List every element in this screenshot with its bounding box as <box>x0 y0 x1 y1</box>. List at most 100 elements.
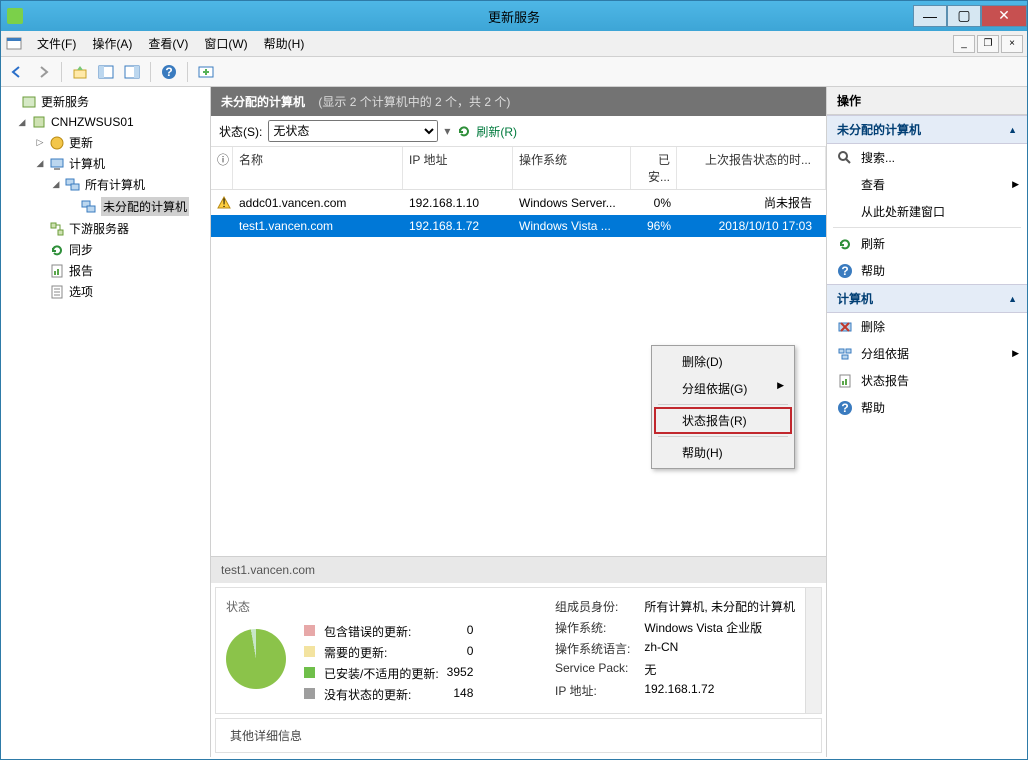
tree-sync[interactable]: 同步 <box>3 239 208 260</box>
col-os[interactable]: 操作系统 <box>513 147 631 189</box>
action-new-window[interactable]: 从此处新建窗口 <box>827 198 1027 225</box>
scrollbar[interactable] <box>805 588 821 713</box>
detail-pane: test1.vancen.com 状态 包含错误的更新:0 需要的更新:0 已安… <box>211 556 826 757</box>
center-pane: 未分配的计算机 (显示 2 个计算机中的 2 个，共 2 个) 状态(S): 无… <box>211 87 827 757</box>
mdi-restore-button[interactable]: ❐ <box>977 35 999 53</box>
col-lastreport[interactable]: 上次报告状态的时... <box>677 147 826 189</box>
menu-help[interactable]: 帮助(H) <box>256 32 313 55</box>
menu-file[interactable]: 文件(F) <box>29 32 84 55</box>
ctx-delete[interactable]: 删除(D) <box>654 348 792 375</box>
col-installed[interactable]: 已安... <box>631 147 677 189</box>
detail-properties: 组成员身份:所有计算机, 未分配的计算机 操作系统:Windows Vista … <box>555 598 795 703</box>
tree-options[interactable]: 选项 <box>3 281 208 302</box>
collapse-icon[interactable]: ▲ <box>1008 125 1017 135</box>
action-delete[interactable]: 删除 <box>827 313 1027 340</box>
tree-server[interactable]: ◢CNHZWSUS01 <box>3 112 208 132</box>
tree-reports[interactable]: 报告 <box>3 260 208 281</box>
status-select[interactable]: 无状态 <box>268 120 438 142</box>
computer-list[interactable]: ⓘ 名称 IP 地址 操作系统 已安... 上次报告状态的时... ! addc… <box>211 147 826 556</box>
refresh-icon <box>837 236 853 252</box>
action-group-by[interactable]: 分组依据▶ <box>827 340 1027 367</box>
tree-all-computers[interactable]: ◢所有计算机 <box>3 174 208 195</box>
server-group-icon <box>21 94 37 110</box>
action-help[interactable]: ?帮助 <box>827 257 1027 284</box>
server-icon <box>31 114 47 130</box>
menu-window[interactable]: 窗口(W) <box>196 32 255 55</box>
ctx-separator <box>658 404 788 405</box>
close-button[interactable]: ✕ <box>981 5 1027 27</box>
ctx-status-report[interactable]: 状态报告(R) <box>654 407 792 434</box>
mdi-minimize-button[interactable]: _ <box>953 35 975 53</box>
filter-row: 状态(S): 无状态 ▾ 刷新(R) <box>211 116 826 147</box>
maximize-button[interactable]: ▢ <box>947 5 981 27</box>
other-details-heading[interactable]: 其他详细信息 <box>215 718 822 753</box>
computer-group-icon <box>81 199 97 215</box>
group-icon <box>837 346 853 362</box>
col-name[interactable]: 名称 <box>233 147 403 189</box>
menu-action[interactable]: 操作(A) <box>84 32 140 55</box>
downstream-icon <box>49 221 65 237</box>
updates-icon <box>49 135 65 151</box>
ctx-separator <box>658 436 788 437</box>
svg-text:!: ! <box>222 196 225 210</box>
reports-icon <box>49 263 65 279</box>
status-pie-chart <box>226 629 286 689</box>
nav-forward-button[interactable] <box>31 60 55 84</box>
refresh-icon <box>456 123 472 139</box>
list-row[interactable]: ! addc01.vancen.com 192.168.1.10 Windows… <box>211 190 826 215</box>
list-header[interactable]: ⓘ 名称 IP 地址 操作系统 已安... 上次报告状态的时... <box>211 147 826 190</box>
action-status-report[interactable]: 状态报告 <box>827 367 1027 394</box>
status-heading: 状态 <box>226 598 545 615</box>
mdi-close-button[interactable]: × <box>1001 35 1023 53</box>
nav-back-button[interactable] <box>5 60 29 84</box>
minimize-button[interactable]: — <box>913 5 947 27</box>
menu-view[interactable]: 查看(V) <box>140 32 196 55</box>
report-icon <box>837 373 853 389</box>
ctx-group-by[interactable]: 分组依据(G)▶ <box>654 375 792 402</box>
menu-bar: 文件(F) 操作(A) 查看(V) 窗口(W) 帮助(H) _ ❐ × <box>1 31 1027 57</box>
col-ip[interactable]: IP 地址 <box>403 147 513 189</box>
center-title: 未分配的计算机 <box>221 95 305 109</box>
actions-group-unassigned[interactable]: 未分配的计算机▲ <box>827 115 1027 144</box>
list-row[interactable]: test1.vancen.com 192.168.1.72 Windows Vi… <box>211 215 826 237</box>
context-menu: 删除(D) 分组依据(G)▶ 状态报告(R) 帮助(H) <box>651 345 795 469</box>
help-button[interactable]: ? <box>157 60 181 84</box>
tree-computers[interactable]: ◢计算机 <box>3 153 208 174</box>
collapse-icon[interactable]: ▲ <box>1008 294 1017 304</box>
show-hide-actions-button[interactable] <box>120 60 144 84</box>
window-titlebar: 更新服务 — ▢ ✕ <box>1 1 1027 31</box>
action-search[interactable]: 搜索... <box>827 144 1027 171</box>
action-view[interactable]: 查看▶ <box>827 171 1027 198</box>
detail-hostname: test1.vancen.com <box>211 557 826 583</box>
tree-downstream[interactable]: 下游服务器 <box>3 218 208 239</box>
tree-unassigned-computers[interactable]: 未分配的计算机 <box>3 195 208 218</box>
navigation-tree[interactable]: 更新服务 ◢CNHZWSUS01 ▷更新 ◢计算机 ◢所有计算机 未分配的计算机… <box>1 87 211 757</box>
action-help-2[interactable]: ?帮助 <box>827 394 1027 421</box>
help-icon: ? <box>837 400 853 416</box>
tree-root[interactable]: 更新服务 <box>3 91 208 112</box>
mmc-icon <box>5 35 23 53</box>
computer-group-icon <box>65 177 81 193</box>
app-icon <box>7 8 23 24</box>
sync-icon <box>49 242 65 258</box>
computers-icon <box>49 156 65 172</box>
refresh-link[interactable]: 刷新(R) <box>456 123 517 140</box>
show-hide-tree-button[interactable] <box>94 60 118 84</box>
extra-toolbar-button[interactable] <box>194 60 218 84</box>
tree-updates[interactable]: ▷更新 <box>3 132 208 153</box>
help-icon: ? <box>837 263 853 279</box>
ctx-help[interactable]: 帮助(H) <box>654 439 792 466</box>
col-status-icon[interactable]: ⓘ <box>211 147 233 189</box>
submenu-arrow-icon: ▶ <box>1012 179 1019 190</box>
warning-icon: ! <box>211 192 233 214</box>
action-refresh[interactable]: 刷新 <box>827 230 1027 257</box>
delete-icon <box>837 319 853 335</box>
up-button[interactable] <box>68 60 92 84</box>
actions-group-computer[interactable]: 计算机▲ <box>827 284 1027 313</box>
center-header: 未分配的计算机 (显示 2 个计算机中的 2 个，共 2 个) <box>211 87 826 116</box>
submenu-arrow-icon: ▶ <box>1012 348 1019 359</box>
svg-text:?: ? <box>841 401 848 415</box>
options-icon <box>49 284 65 300</box>
toolbar: ? <box>1 57 1027 87</box>
actions-title: 操作 <box>827 87 1027 115</box>
